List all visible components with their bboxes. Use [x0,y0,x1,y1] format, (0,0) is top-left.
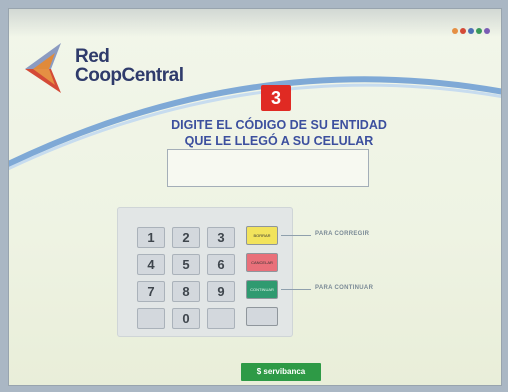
keypad: 1 2 3 4 5 6 7 8 9 0 BORRAR CANCELAR CONT… [117,207,293,337]
label-para-corregir: PARA CORREGIR [315,231,370,237]
key-9[interactable]: 9 [207,281,235,302]
brand-name-line2: CoopCentral [75,65,184,86]
instruction-line2: QUE LE LLEGÓ A SU CELULAR [184,134,374,148]
clear-button[interactable]: BORRAR [246,226,278,245]
key-3[interactable]: 3 [207,227,235,248]
top-shadow [9,9,501,37]
servibanca-text: servibanca [263,367,306,376]
key-blank-left[interactable] [137,308,165,329]
key-5[interactable]: 5 [172,254,200,275]
brand-name-line1: Red [75,46,110,67]
blank-function-key[interactable] [246,307,278,326]
key-2[interactable]: 2 [172,227,200,248]
key-4[interactable]: 4 [137,254,165,275]
leader-line-correct [281,235,311,236]
key-8[interactable]: 8 [172,281,200,302]
key-7[interactable]: 7 [137,281,165,302]
label-para-continuar: PARA CONTINUAR [315,285,374,291]
key-1[interactable]: 1 [137,227,165,248]
cancel-button[interactable]: CANCELAR [246,253,278,272]
continue-button[interactable]: CONTINUAR [246,280,278,299]
servibanca-logo: $ servibanca [241,363,321,381]
leader-line-continue [281,289,311,290]
instruction-text: DIGITE EL CÓDIGO DE SU ENTIDAD QUE LE LL… [129,117,429,149]
code-input-field[interactable] [167,149,369,187]
atm-screen: Red CoopCentral 3 DIGITE EL CÓDIGO DE SU… [8,8,502,386]
key-blank-right[interactable] [207,308,235,329]
red-coopcentral-logo-icon [25,43,61,93]
step-number-badge: 3 [261,85,291,111]
instruction-line1: DIGITE EL CÓDIGO DE SU ENTIDAD [171,118,387,132]
key-0[interactable]: 0 [172,308,200,329]
key-6[interactable]: 6 [207,254,235,275]
corner-decor-icon [452,28,490,34]
